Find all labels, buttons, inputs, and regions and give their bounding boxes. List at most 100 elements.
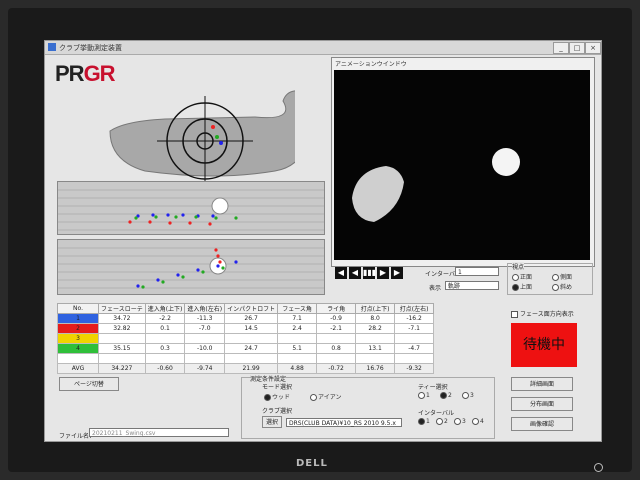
viewpoint-top-radio[interactable]: 上面: [512, 282, 532, 291]
table-cell: -9.74: [184, 363, 226, 374]
table-cell: [355, 353, 396, 364]
table-cell: 34.72: [98, 313, 146, 324]
radio-dot-icon: [512, 274, 519, 281]
viewpoint-label: 視点: [512, 262, 525, 271]
radio-dot-icon: [440, 392, 447, 399]
table-cell: 14.5: [224, 323, 279, 334]
table-row[interactable]: 3: [57, 333, 435, 344]
table-cell: 2.4: [277, 323, 318, 334]
table-cell: 8.0: [355, 313, 396, 324]
table-cell: [224, 333, 279, 344]
maximize-icon[interactable]: □: [569, 42, 585, 54]
row-number: 4: [57, 343, 99, 354]
table-cell: 24.7: [224, 343, 279, 354]
tee-label: ティー選択: [418, 384, 448, 391]
average-label: AVG: [57, 363, 99, 374]
mode-wood-radio[interactable]: ウッド: [264, 392, 290, 401]
power-icon[interactable]: [594, 463, 603, 472]
club-face-view: [109, 90, 295, 181]
table-header-row: No. フェースローテ 進入角(上下) 進入角(左右) インパクトロフト フェー…: [57, 303, 435, 314]
table-cell: [316, 353, 357, 364]
table-cell: [184, 353, 226, 364]
row-number: 1: [57, 313, 99, 324]
table-cell: 0.1: [144, 323, 186, 334]
interval-radio-4[interactable]: 4: [472, 418, 484, 425]
table-cell: 13.1: [355, 343, 396, 354]
viewpoint-diagonal-radio[interactable]: 斜め: [552, 282, 572, 291]
tee-radio-1[interactable]: 1: [418, 392, 430, 399]
column-header: フェースローテ: [98, 303, 146, 314]
row-number: [57, 353, 99, 364]
radio-dot-icon: [264, 394, 271, 401]
tee-radio-2[interactable]: 2: [440, 392, 452, 399]
table-row[interactable]: 4 35.15 0.3 -10.0 24.7 5.1 0.8 13.1 -4.7: [57, 343, 435, 354]
radio-dot-icon: [436, 418, 443, 425]
column-header: 打点(左右): [394, 303, 435, 314]
table-cell: [98, 353, 146, 364]
interval-radio-2[interactable]: 2: [436, 418, 448, 425]
fast-forward-icon[interactable]: ▶: [391, 267, 403, 279]
viewpoint-front-radio[interactable]: 正面: [512, 272, 532, 281]
table-cell: 28.2: [355, 323, 396, 334]
dell-logo: DELL: [296, 458, 328, 469]
table-cell: 7.1: [277, 313, 318, 324]
table-cell: 16.76: [355, 363, 396, 374]
step-back-icon[interactable]: ◀: [349, 267, 361, 279]
table-cell: -7.1: [394, 323, 435, 334]
table-row[interactable]: [57, 353, 435, 364]
table-cell: -10.0: [184, 343, 226, 354]
table-cell: 34.227: [98, 363, 146, 374]
measurement-settings-group: 測定条件設定 モード選択 ウッド アイアン クラブ選択 選択 DRS(CLUB …: [241, 374, 495, 439]
column-header: フェース角: [277, 303, 318, 314]
table-cell: 32.82: [98, 323, 146, 334]
column-header: ライ角: [316, 303, 357, 314]
club-select-button[interactable]: 選択: [262, 416, 282, 428]
table-cell: [277, 333, 318, 344]
face-direction-checkbox[interactable]: フェース面方向表示: [511, 309, 574, 318]
detail-screen-button[interactable]: 詳細画面: [511, 377, 573, 391]
close-icon[interactable]: ×: [585, 42, 601, 54]
tee-radio-3[interactable]: 3: [462, 392, 474, 399]
club-data-field[interactable]: DRS(CLUB DATA)¥10_RS 2010 9.5.x: [286, 418, 402, 427]
table-row[interactable]: 2 32.82 0.1 -7.0 14.5 2.4 -2.1 28.2 -7.1: [57, 323, 435, 334]
display-select[interactable]: 軌跡: [445, 281, 499, 290]
row-number: 2: [57, 323, 99, 334]
column-header: 進入角(上下): [144, 303, 186, 314]
table-cell: [98, 333, 146, 344]
table-cell: -9.32: [394, 363, 435, 374]
viewpoint-side-radio[interactable]: 側面: [552, 272, 572, 281]
table-cell: [224, 353, 279, 364]
radio-dot-icon: [552, 284, 559, 291]
distribution-screen-button[interactable]: 分布画面: [511, 397, 573, 411]
table-cell: [144, 353, 186, 364]
mode-iron-radio[interactable]: アイアン: [310, 392, 341, 401]
filename-field[interactable]: 20210211_Swing.csv: [89, 428, 229, 437]
radio-dot-icon: [310, 394, 317, 401]
radio-dot-icon: [552, 274, 559, 281]
table-cell: 26.7: [224, 313, 279, 324]
table-cell: 0.8: [316, 343, 357, 354]
column-header: インパクトロフト: [224, 303, 279, 314]
rewind-icon[interactable]: ◀: [335, 267, 347, 279]
table-cell: [355, 333, 396, 344]
column-header: 打点(上下): [355, 303, 396, 314]
radio-dot-icon: [462, 392, 469, 399]
frames-icon[interactable]: ▮▮▮: [363, 267, 376, 279]
table-row[interactable]: 1 34.72 -2.2 -11.3 26.7 7.1 -0.9 8.0 -16…: [57, 313, 435, 324]
table-cell: 4.88: [277, 363, 318, 374]
table-cell: -11.3: [184, 313, 226, 324]
interval-radio-1[interactable]: 1: [418, 418, 430, 425]
table-cell: -7.0: [184, 323, 226, 334]
table-cell: [184, 333, 226, 344]
interval-stepper[interactable]: 1: [455, 267, 499, 276]
radio-dot-icon: [418, 418, 425, 425]
interval-radio-3[interactable]: 3: [454, 418, 466, 425]
page-switch-button[interactable]: ページ切替: [59, 377, 119, 391]
step-forward-icon[interactable]: ▶: [377, 267, 389, 279]
side-trajectory-view: [57, 181, 325, 235]
minimize-icon[interactable]: _: [553, 42, 569, 54]
table-cell: [277, 353, 318, 364]
radio-dot-icon: [472, 418, 479, 425]
image-check-button[interactable]: 画像確認: [511, 417, 573, 431]
table-cell: 21.99: [224, 363, 279, 374]
